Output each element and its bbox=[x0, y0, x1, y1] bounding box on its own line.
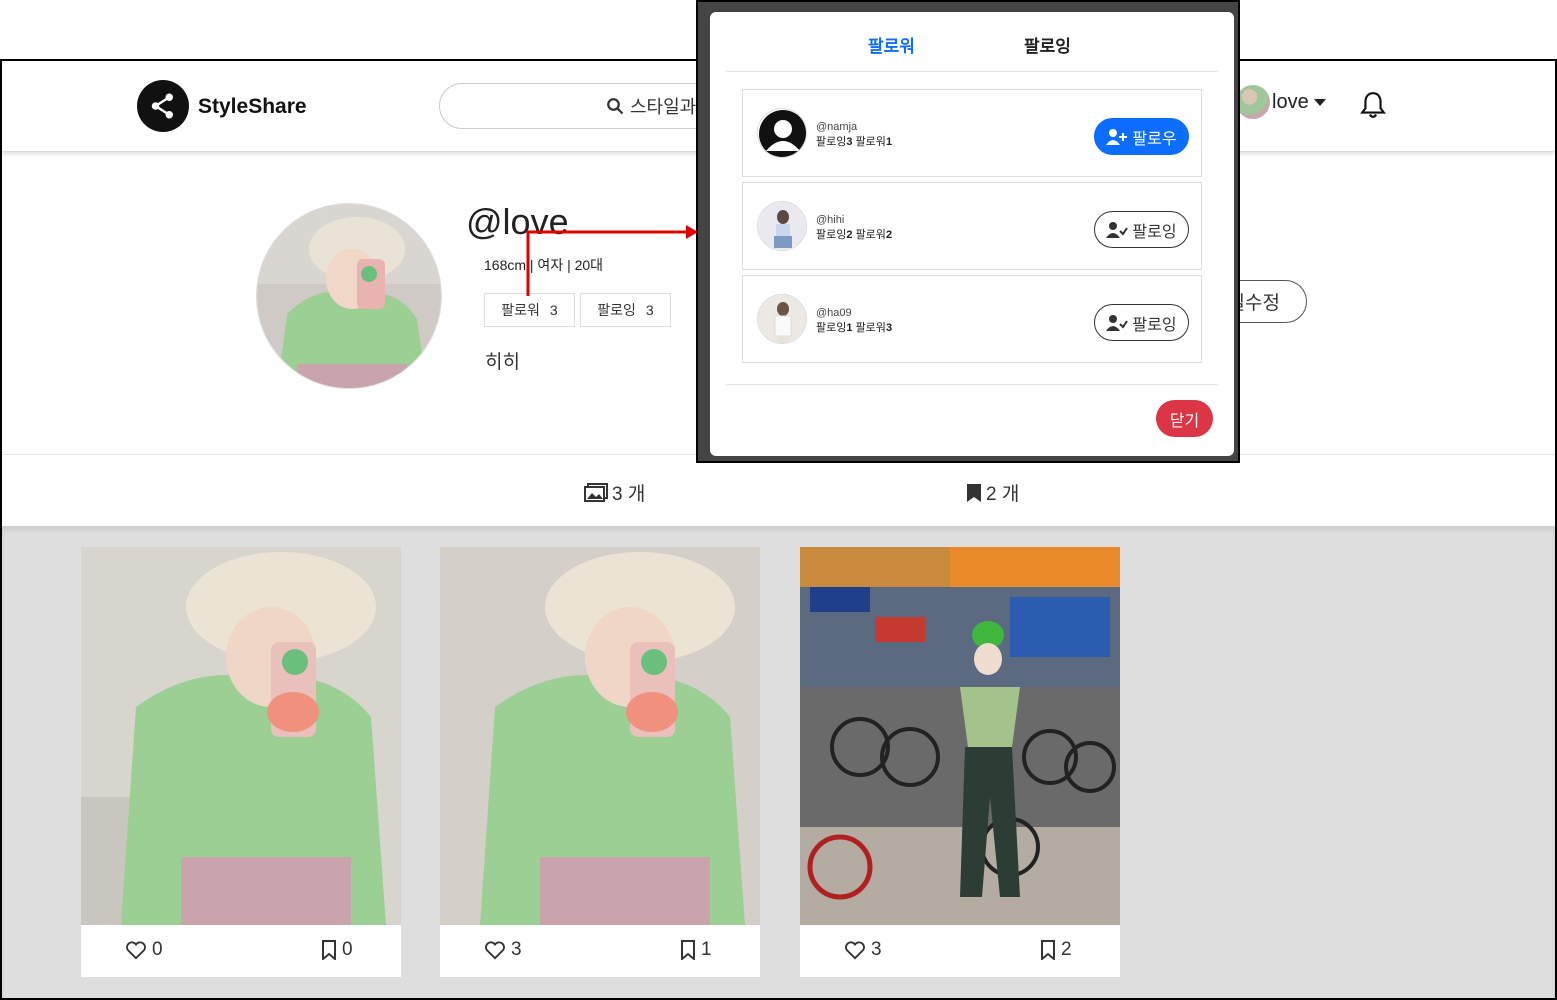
user-check-icon bbox=[1106, 314, 1129, 331]
bookmark-count: 1 bbox=[701, 939, 712, 960]
follow-button[interactable]: 팔로우 bbox=[1094, 118, 1189, 155]
like-count: 3 bbox=[511, 939, 522, 960]
profile-bio: 히히 bbox=[485, 352, 520, 373]
like-button[interactable]: 3 bbox=[484, 939, 522, 961]
bookmark-button[interactable]: 0 bbox=[321, 939, 353, 961]
heart-icon bbox=[845, 941, 865, 960]
follower-stats: 팔로잉1 팔로워3 bbox=[816, 322, 893, 334]
bookmark-button[interactable]: 2 bbox=[1040, 939, 1072, 961]
nav-username: love bbox=[1272, 90, 1309, 113]
follower-stats: 팔로잉3 팔로워1 bbox=[816, 136, 893, 148]
follower-handle[interactable]: @ha09 bbox=[816, 307, 852, 319]
like-count: 3 bbox=[871, 939, 882, 960]
follower-item[interactable]: @namja 팔로잉3 팔로워1 팔로우 bbox=[742, 89, 1202, 177]
heart-icon bbox=[485, 941, 505, 960]
following-toggle-button[interactable]: 팔로잉 bbox=[1094, 304, 1189, 341]
user-menu[interactable]: love bbox=[1236, 85, 1326, 119]
following-count: 3 bbox=[645, 302, 654, 318]
brand-name[interactable]: StyleShare bbox=[198, 95, 307, 119]
avatar bbox=[757, 201, 807, 251]
follower-handle[interactable]: @namja bbox=[816, 121, 857, 133]
caret-down-icon bbox=[1313, 98, 1326, 106]
follow-modal: 팔로워 팔로잉 @namja 팔로잉3 팔로워1 팔로우 @hihi 팔로잉2 … bbox=[710, 12, 1234, 456]
modal-divider bbox=[726, 71, 1218, 72]
bookmark-icon bbox=[681, 940, 695, 960]
like-button[interactable]: 3 bbox=[844, 939, 882, 961]
images-icon bbox=[584, 482, 608, 502]
bookmark-icon bbox=[1041, 940, 1055, 960]
post-footer: 0 0 bbox=[81, 925, 401, 977]
followers-button[interactable]: 팔로워 3 bbox=[484, 293, 575, 327]
modal-divider bbox=[726, 384, 1218, 385]
following-button[interactable]: 팔로잉 3 bbox=[580, 293, 671, 327]
like-count: 0 bbox=[152, 939, 163, 960]
follow-modal-backdrop: 팔로워 팔로잉 @namja 팔로잉3 팔로워1 팔로우 @hihi 팔로잉2 … bbox=[696, 0, 1240, 463]
bookmark-icon bbox=[322, 940, 336, 960]
profile-photo bbox=[256, 203, 442, 389]
followers-label: 팔로워 bbox=[501, 302, 540, 318]
user-plus-icon bbox=[1106, 128, 1128, 145]
close-button[interactable]: 닫기 bbox=[1156, 400, 1213, 437]
avatar bbox=[757, 294, 807, 344]
post-image[interactable] bbox=[440, 547, 760, 925]
tab-followers[interactable]: 팔로워 bbox=[868, 32, 915, 57]
user-check-icon bbox=[1106, 221, 1129, 238]
bookmark-count: 0 bbox=[342, 939, 353, 960]
follower-item[interactable]: @hihi 팔로잉2 팔로워2 팔로잉 bbox=[742, 182, 1202, 270]
profile-meta: 168cm | 여자 | 20대 bbox=[484, 257, 604, 273]
follower-stats: 팔로잉2 팔로워2 bbox=[816, 229, 893, 241]
search-icon bbox=[607, 98, 624, 115]
share-logo-icon[interactable] bbox=[137, 80, 189, 132]
bookmarks-count-tab[interactable]: 2 개 bbox=[966, 479, 1019, 506]
follower-handle[interactable]: @hihi bbox=[816, 214, 844, 226]
post-card[interactable]: 0 0 bbox=[81, 547, 401, 977]
following-label: 팔로잉 bbox=[597, 302, 636, 318]
post-gallery: 0 0 3 1 3 2 bbox=[2, 526, 1555, 998]
post-footer: 3 2 bbox=[800, 925, 1120, 977]
heart-icon bbox=[126, 941, 146, 960]
tab-following[interactable]: 팔로잉 bbox=[1024, 32, 1071, 57]
bookmark-button[interactable]: 1 bbox=[680, 939, 712, 961]
following-toggle-button[interactable]: 팔로잉 bbox=[1094, 211, 1189, 248]
like-button[interactable]: 0 bbox=[125, 939, 163, 961]
avatar bbox=[757, 108, 807, 158]
post-image[interactable] bbox=[81, 547, 401, 925]
bookmarks-count: 2 개 bbox=[986, 484, 1020, 505]
search-placeholder: 스타일과 bbox=[630, 97, 697, 117]
post-card[interactable]: 3 1 bbox=[440, 547, 760, 977]
posts-count-tab[interactable]: 3 개 bbox=[584, 479, 645, 506]
bookmark-count: 2 bbox=[1061, 939, 1072, 960]
avatar bbox=[1236, 85, 1270, 119]
post-image[interactable] bbox=[800, 547, 1120, 925]
followers-count: 3 bbox=[549, 302, 558, 318]
posts-count: 3 개 bbox=[612, 484, 646, 505]
bell-icon[interactable] bbox=[1360, 91, 1386, 124]
profile-handle: @love bbox=[466, 201, 569, 242]
follower-item[interactable]: @ha09 팔로잉1 팔로워3 팔로잉 bbox=[742, 275, 1202, 363]
post-footer: 3 1 bbox=[440, 925, 760, 977]
bookmark-icon bbox=[967, 483, 981, 502]
post-card[interactable]: 3 2 bbox=[800, 547, 1120, 977]
